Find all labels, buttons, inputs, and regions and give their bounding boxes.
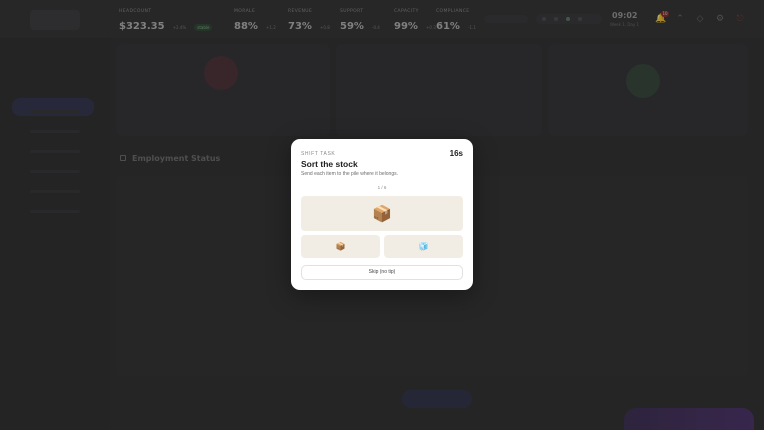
modal-title: Sort the stock: [301, 159, 358, 169]
current-item-panel: 📦: [301, 196, 463, 231]
ice-pile-button[interactable]: 🧊: [384, 235, 463, 258]
box-pile-button[interactable]: 📦: [301, 235, 380, 258]
pile-options: 📦 🧊: [301, 235, 463, 258]
ice-cube-icon: 🧊: [418, 242, 429, 251]
modal-kicker: SHIFT TASK: [301, 151, 336, 157]
task-timer: 16s: [449, 149, 463, 158]
package-icon: 📦: [372, 204, 392, 223]
task-progress: 1 / 6: [377, 185, 387, 190]
package-icon: 📦: [335, 242, 346, 251]
skip-button[interactable]: Skip (no tip): [301, 265, 463, 280]
modal-subtitle: Send each item to the pile where it belo…: [301, 171, 399, 177]
shift-task-modal: SHIFT TASK 16s Sort the stock Send each …: [291, 139, 473, 290]
